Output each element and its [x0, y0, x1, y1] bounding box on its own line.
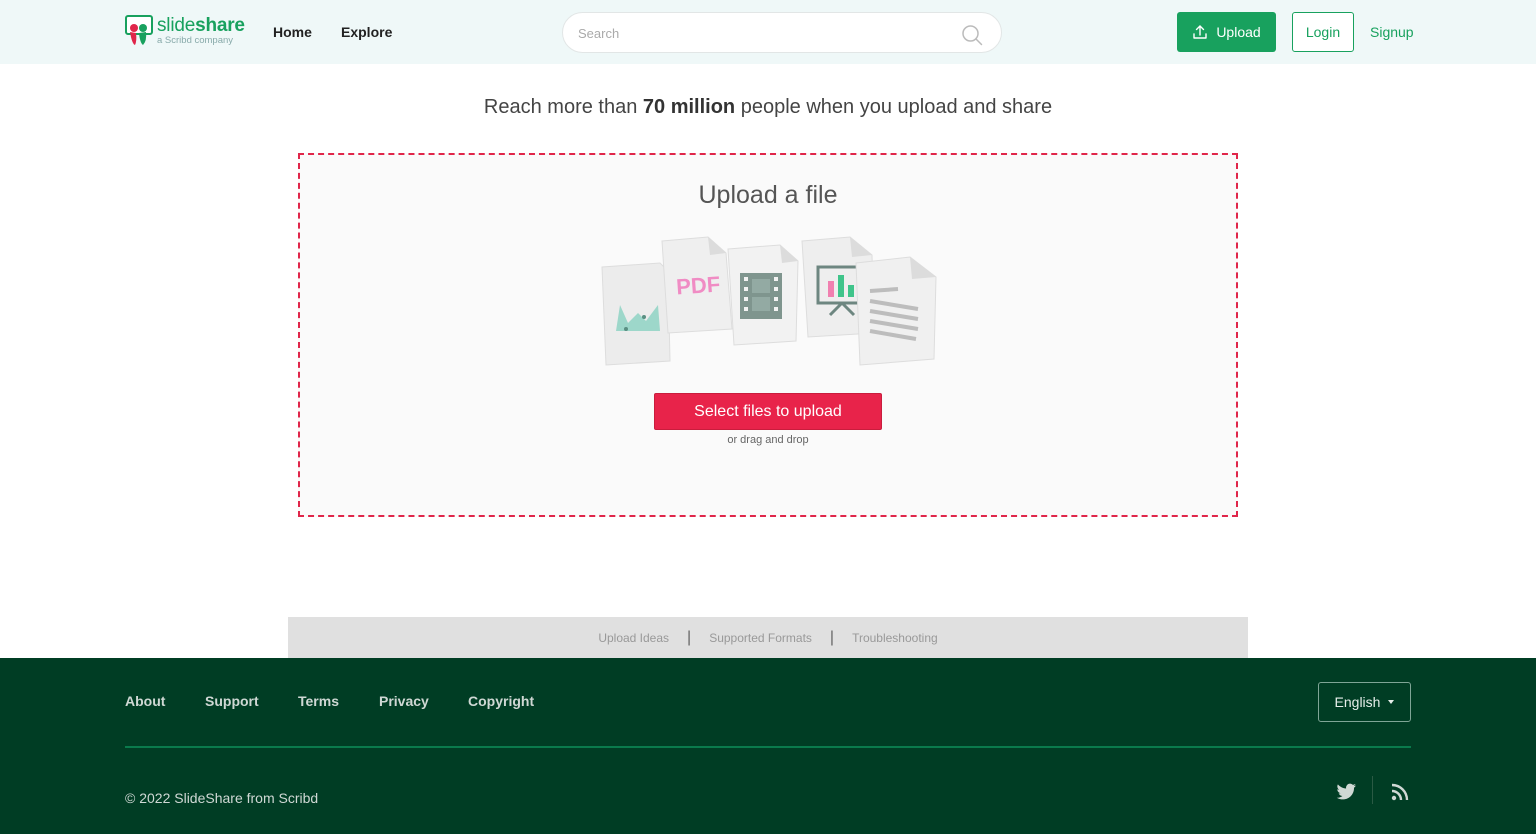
search-box [562, 12, 1002, 53]
upload-button-label: Upload [1216, 24, 1261, 40]
drag-drop-hint: or drag and drop [727, 434, 809, 446]
text-file-icon [855, 256, 937, 366]
logo-wordmark: slideshare [157, 15, 245, 37]
upload-help-bar: Upload Ideas | Supported Formats | Troub… [288, 617, 1248, 658]
language-selector-label: English [1334, 694, 1381, 710]
signup-link[interactable]: Signup [1370, 24, 1414, 40]
footer-privacy-link[interactable]: Privacy [379, 693, 429, 709]
footer-about-link[interactable]: About [125, 693, 165, 709]
footer-support-link[interactable]: Support [205, 693, 259, 709]
video-file-icon [727, 244, 799, 346]
upload-ideas-link[interactable]: Upload Ideas [598, 631, 669, 645]
tagline-highlight: 70 million [642, 96, 736, 118]
search-icon[interactable] [961, 24, 983, 46]
help-separator: | [687, 628, 692, 646]
image-file-icon [601, 262, 671, 366]
slideshare-logo[interactable]: slideshare a Scribd company [124, 14, 245, 48]
supported-formats-link[interactable]: Supported Formats [709, 631, 812, 645]
select-files-button[interactable]: Select files to upload [654, 393, 882, 430]
chevron-down-icon [1388, 700, 1395, 704]
pdf-label: PDF [675, 271, 721, 299]
nav-explore-link[interactable]: Explore [341, 24, 392, 40]
page-tagline: Reach more than 70 million people when y… [0, 96, 1536, 119]
login-button[interactable]: Login [1292, 12, 1354, 52]
search-input[interactable] [578, 23, 938, 43]
footer-copyright-link[interactable]: Copyright [468, 693, 534, 709]
footer-terms-link[interactable]: Terms [298, 693, 339, 709]
file-types-illustration: PDF [601, 236, 937, 366]
upload-dropzone[interactable]: Upload a file PDF Select files to upload… [298, 153, 1238, 517]
footer-divider [125, 746, 1411, 748]
upload-button[interactable]: Upload [1177, 12, 1276, 52]
social-separator [1372, 776, 1373, 804]
help-separator: | [829, 628, 835, 646]
logo-tagline: a Scribd company [157, 35, 234, 47]
rss-icon[interactable] [1388, 780, 1412, 804]
slideshare-logo-icon [125, 15, 153, 45]
pdf-file-icon: PDF [661, 236, 733, 334]
tagline-suffix: people when you upload and share [740, 96, 1053, 118]
copyright-text: © 2022 SlideShare from Scribd [125, 790, 319, 806]
site-footer: About Support Terms Privacy Copyright En… [0, 658, 1536, 834]
site-header: slideshare a Scribd company Home Explore… [0, 0, 1536, 64]
troubleshooting-link[interactable]: Troubleshooting [852, 631, 938, 645]
dropzone-title: Upload a file [698, 181, 838, 209]
nav-home-link[interactable]: Home [273, 24, 312, 40]
twitter-icon[interactable] [1334, 780, 1358, 804]
tagline-prefix: Reach more than [483, 96, 638, 118]
upload-icon [1193, 25, 1208, 39]
language-selector[interactable]: English [1318, 682, 1411, 722]
